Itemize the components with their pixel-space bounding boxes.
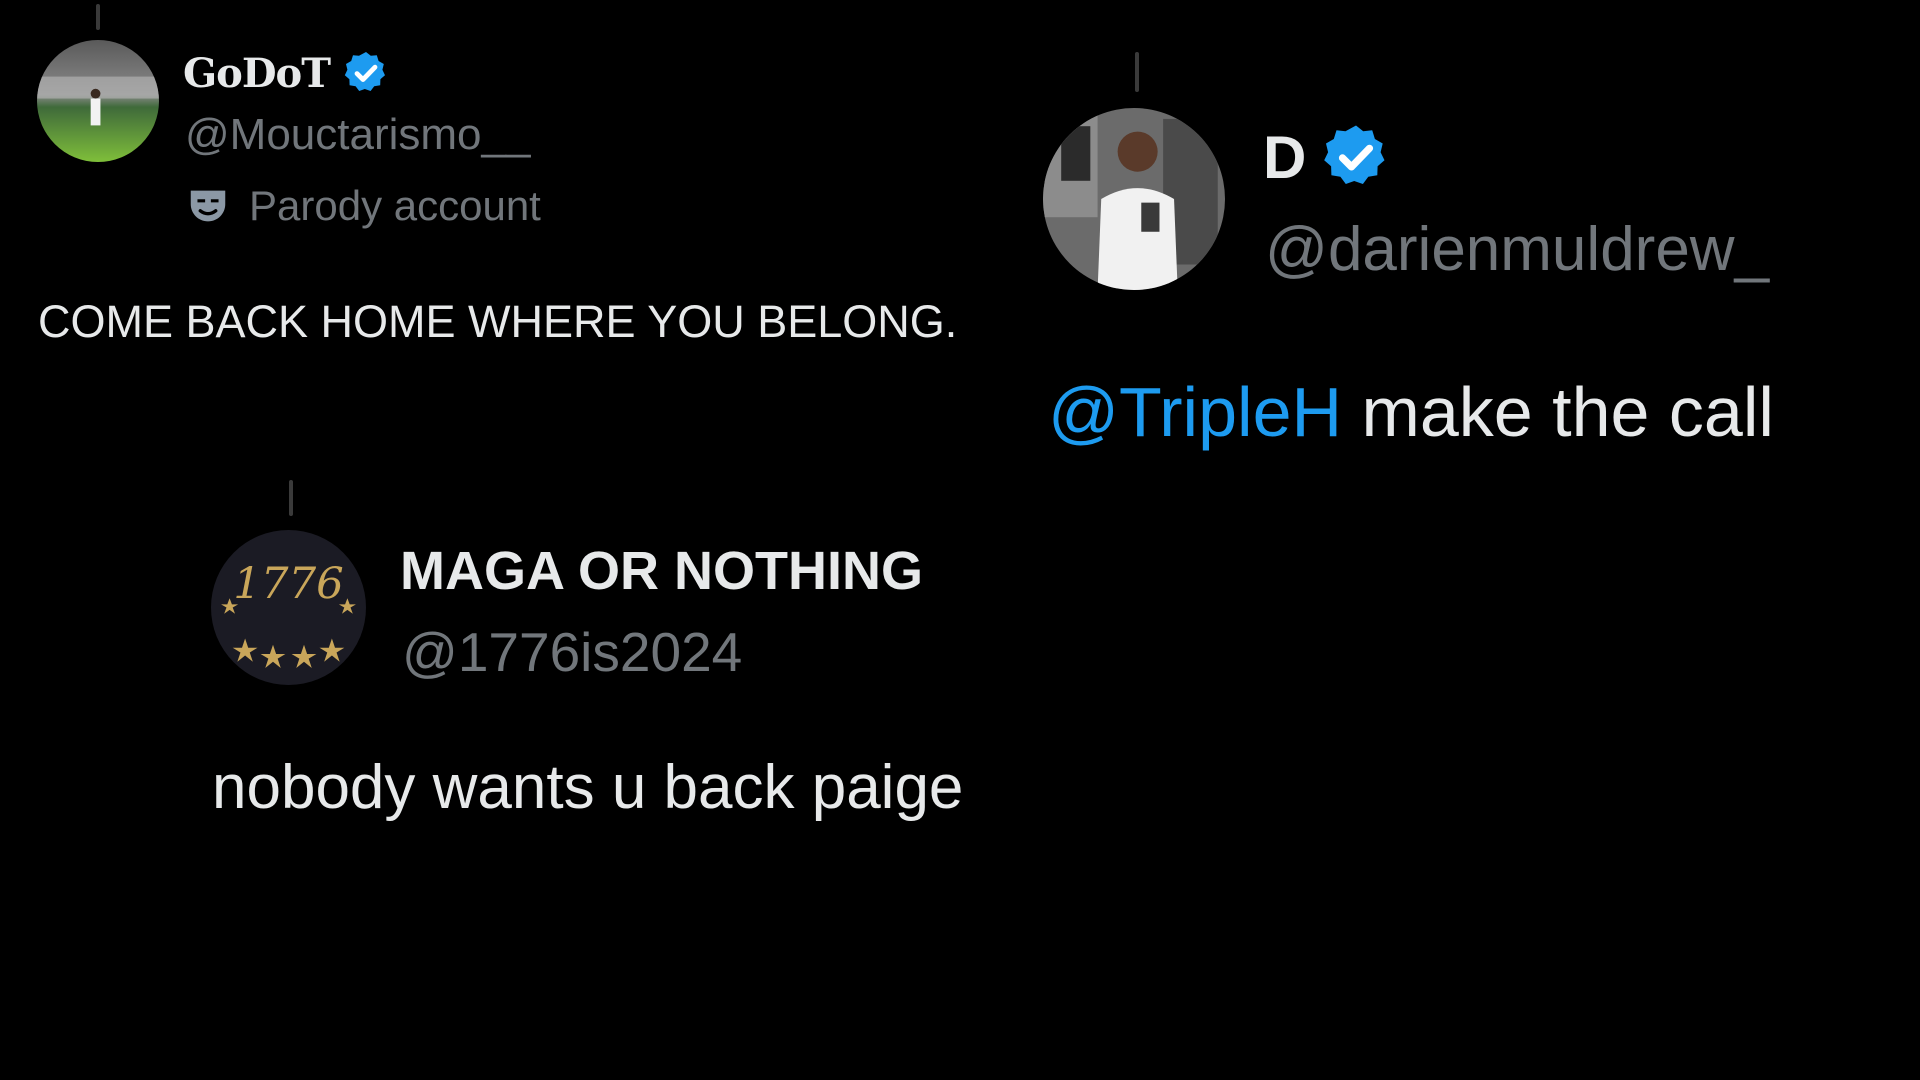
tweet-text: @TripleH make the call [1048,372,1774,452]
thread-line [96,4,100,30]
verified-badge-icon [342,49,390,97]
tweet-text: COME BACK HOME WHERE YOU BELONG. [38,296,958,347]
tweet-text: nobody wants u back paige [212,753,964,822]
avatar-image: 1776 [211,530,366,685]
display-name[interactable]: GoDoT [183,50,331,97]
mention-link[interactable]: @TripleH [1048,373,1342,451]
display-name[interactable]: MAGA OR NOTHING [400,540,923,602]
theater-mask-icon [185,183,231,229]
name-row: D [1263,122,1392,192]
avatar[interactable] [37,40,159,162]
display-name[interactable]: D [1263,123,1306,192]
handle[interactable]: @Mouctarismo__ [185,110,530,160]
parody-label: Parody account [185,182,541,230]
verified-badge-icon [1320,121,1392,193]
handle[interactable]: @darienmuldrew_ [1265,214,1769,285]
avatar-image [37,40,159,162]
avatar[interactable]: 1776 [211,530,366,685]
avatar[interactable] [1043,108,1225,290]
handle[interactable]: @1776is2024 [402,620,742,684]
avatar-image [1043,108,1225,290]
tweet-text-body: make the call [1342,373,1774,451]
thread-line [289,480,293,516]
parody-label-text: Parody account [249,182,541,229]
name-row: MAGA OR NOTHING [400,540,923,602]
thread-line [1135,52,1139,92]
avatar-text: 1776 [233,559,343,609]
name-row: GoDoT [183,48,390,98]
